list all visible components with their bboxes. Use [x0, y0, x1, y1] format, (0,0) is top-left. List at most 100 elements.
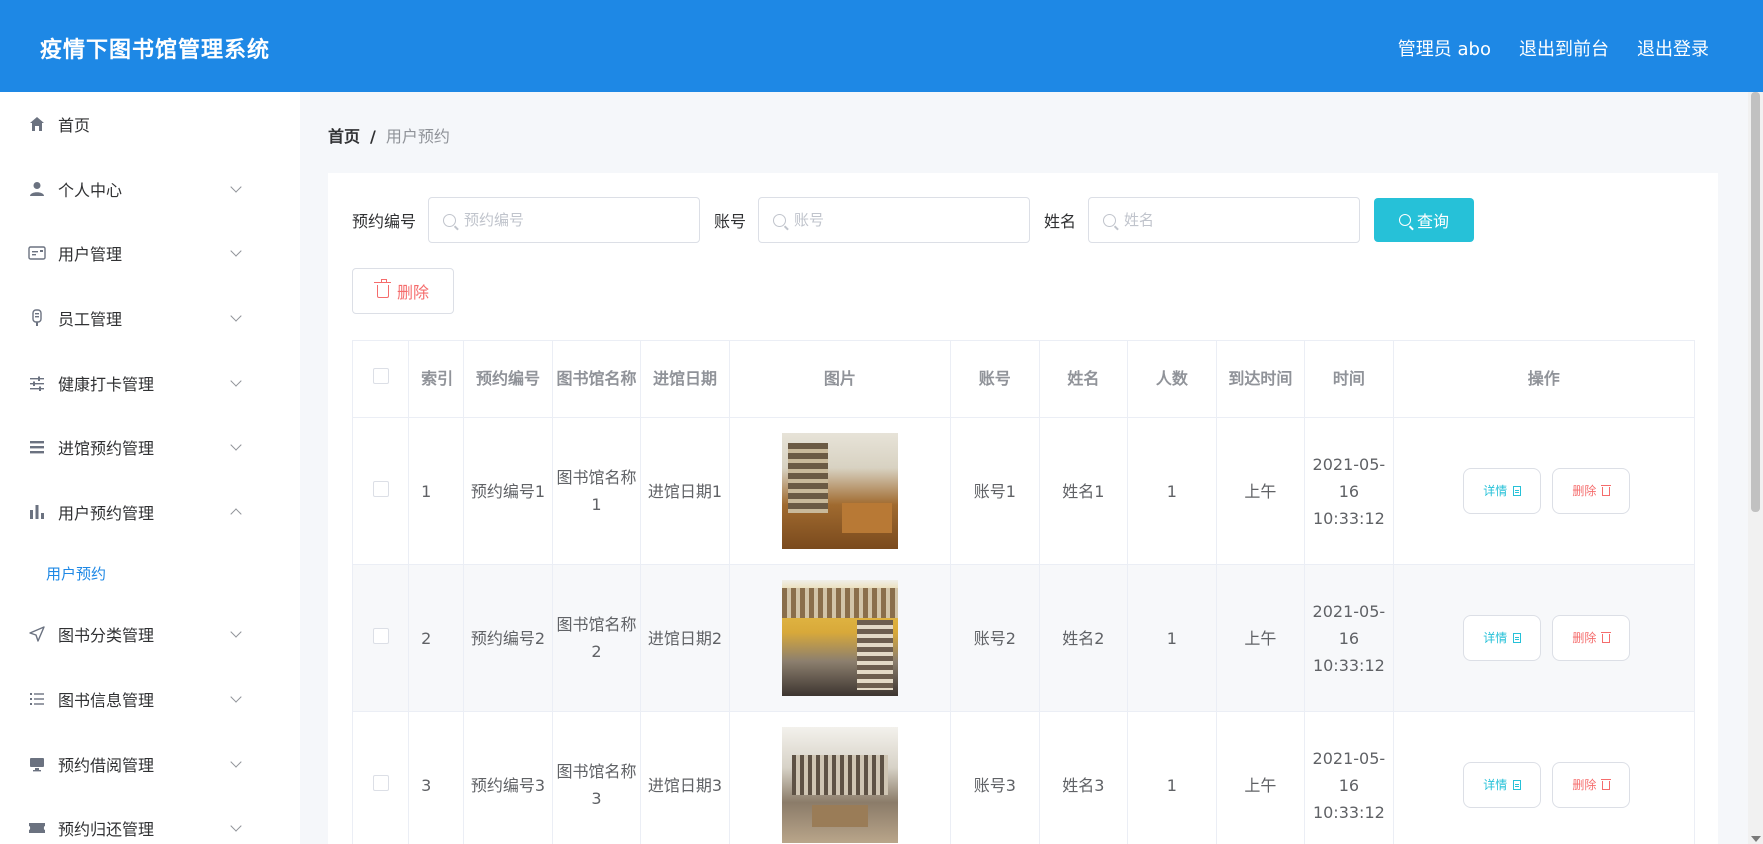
detail-button[interactable]: 详情 [1463, 468, 1542, 514]
chevron-down-icon [230, 755, 242, 768]
sidebar-item-label: 员工管理 [58, 310, 123, 330]
top-header: 疫情下图书馆管理系统 管理员 abo 退出到前台 退出登录 [0, 0, 1763, 92]
search-icon [1103, 213, 1117, 227]
breadcrumb: 首页 / 用户预约 [328, 123, 450, 147]
scroll-down-arrow-icon[interactable] [1751, 836, 1761, 842]
cell-library: 图书馆名称3 [551, 711, 642, 844]
sidebar-item-return-reservation[interactable]: 预约归还管理 [0, 796, 300, 844]
column-header: 时间 [1304, 340, 1394, 418]
row-delete-button[interactable]: 删除 [1552, 615, 1631, 661]
column-header: 图片 [728, 340, 952, 418]
sidebar-item-user-management[interactable]: 用户管理 [0, 221, 300, 286]
cell-date: 进馆日期3 [640, 711, 730, 844]
row-checkbox[interactable] [372, 627, 389, 644]
sidebar-item-label: 图书分类管理 [58, 626, 155, 646]
sidebar-item-label: 用户管理 [58, 245, 123, 265]
trash-icon [1601, 631, 1612, 643]
library-photo [781, 727, 898, 843]
table-row: 3 预约编号3 图书馆名称3 进馆日期3 账号3 姓名3 1 上午 2021-0… [351, 711, 1696, 844]
home-icon [28, 115, 46, 133]
select-all-cell[interactable] [351, 340, 410, 418]
cell-code: 预约编号2 [463, 564, 553, 712]
sidebar-item-personal-center[interactable]: 个人中心 [0, 157, 300, 222]
sliders-icon [28, 374, 46, 392]
cell-index: 3 [408, 711, 465, 844]
select-all-checkbox[interactable] [372, 368, 389, 384]
admin-label: 管理员 abo [1397, 39, 1491, 60]
reservation-code-input[interactable] [464, 211, 685, 229]
detail-label: 详情 [1483, 630, 1508, 645]
page-scrollbar[interactable] [1748, 92, 1763, 844]
sidebar-item-book-info[interactable]: 图书信息管理 [0, 667, 300, 732]
query-button[interactable]: 查询 [1374, 198, 1475, 242]
sidebar-subitem-user-reservation[interactable]: 用户预约 [0, 544, 300, 602]
sidebar-item-book-category[interactable]: 图书分类管理 [0, 602, 300, 667]
back-to-front-link[interactable]: 退出到前台 [1519, 35, 1609, 61]
row-checkbox[interactable] [372, 774, 389, 791]
chevron-down-icon [230, 375, 242, 387]
sidebar-item-label: 进馆预约管理 [58, 439, 155, 459]
row-delete-button[interactable]: 删除 [1552, 468, 1631, 514]
cell-account: 账号2 [950, 564, 1040, 712]
detail-button[interactable]: 详情 [1463, 615, 1542, 661]
sidebar-item-user-reservation-management[interactable]: 用户预约管理 [0, 480, 300, 545]
row-select-cell[interactable] [351, 417, 410, 565]
header-actions: 管理员 abo 退出到前台 退出登录 [1398, 35, 1709, 61]
search-icon [1399, 214, 1412, 226]
cell-account: 账号3 [950, 711, 1040, 844]
sidebar-item-staff-management[interactable]: 员工管理 [0, 286, 300, 351]
sidebar-item-label: 图书信息管理 [58, 691, 155, 711]
row-checkbox[interactable] [372, 480, 389, 497]
trash-icon [1601, 484, 1612, 496]
search-bar: 预约编号 账号 姓名 查询 [352, 197, 1475, 243]
column-header: 操作 [1392, 340, 1696, 418]
monitor-icon [28, 755, 46, 773]
account-input[interactable] [794, 211, 1015, 229]
cell-account: 账号1 [950, 417, 1040, 565]
chevron-down-icon [230, 439, 242, 451]
name-label: 姓名 [1044, 212, 1077, 231]
table-row: 1 预约编号1 图书馆名称1 进馆日期1 账号1 姓名1 1 上午 2021-0… [351, 417, 1696, 565]
cell-name: 姓名1 [1038, 417, 1129, 565]
user-icon [28, 180, 46, 198]
reservation-table: 索引 预约编号 图书馆名称 进馆日期 图片 账号 姓名 人数 到达时间 时间 操… [351, 340, 1696, 844]
row-select-cell[interactable] [351, 711, 410, 844]
chevron-up-icon [230, 508, 242, 520]
list-ordered-icon [28, 690, 46, 708]
row-delete-button[interactable]: 删除 [1552, 762, 1631, 808]
batch-delete-label: 删除 [396, 283, 429, 302]
cell-date: 进馆日期1 [640, 417, 730, 565]
cell-actions: 详情 删除 [1392, 711, 1696, 844]
ticket-icon [28, 819, 46, 837]
account-field[interactable] [758, 197, 1031, 243]
sidebar-item-borrow-reservation[interactable]: 预约借阅管理 [0, 731, 300, 796]
detail-button[interactable]: 详情 [1463, 762, 1542, 808]
search-icon [443, 213, 457, 227]
chevron-down-icon [230, 181, 242, 193]
chevron-down-icon [230, 310, 242, 322]
sidebar-item-entry-reservation[interactable]: 进馆预约管理 [0, 415, 300, 480]
account-label: 账号 [714, 212, 747, 231]
row-select-cell[interactable] [351, 564, 410, 712]
search-icon [773, 213, 787, 227]
cell-count: 1 [1127, 711, 1217, 844]
table-header-row: 索引 预约编号 图书馆名称 进馆日期 图片 账号 姓名 人数 到达时间 时间 操… [351, 340, 1696, 418]
sidebar-item-label: 首页 [58, 116, 91, 136]
chevron-down-icon [230, 691, 242, 703]
cell-name: 姓名2 [1038, 564, 1129, 712]
reservation-code-field[interactable] [428, 197, 701, 243]
logout-link[interactable]: 退出登录 [1637, 35, 1709, 61]
column-header: 人数 [1127, 340, 1217, 418]
chevron-down-icon [230, 820, 242, 832]
breadcrumb-current: 用户预约 [385, 127, 450, 146]
name-field[interactable] [1088, 197, 1361, 243]
name-input[interactable] [1124, 211, 1345, 229]
batch-delete-button[interactable]: 删除 [352, 268, 454, 314]
sidebar-item-home[interactable]: 首页 [0, 92, 300, 157]
sidebar-item-health-checkin[interactable]: 健康打卡管理 [0, 350, 300, 415]
cell-date: 进馆日期2 [640, 564, 730, 712]
content-panel: 预约编号 账号 姓名 查询 删除 [328, 173, 1718, 844]
trash-icon [1601, 778, 1612, 790]
scrollbar-thumb[interactable] [1751, 92, 1760, 512]
breadcrumb-home[interactable]: 首页 [328, 127, 360, 146]
